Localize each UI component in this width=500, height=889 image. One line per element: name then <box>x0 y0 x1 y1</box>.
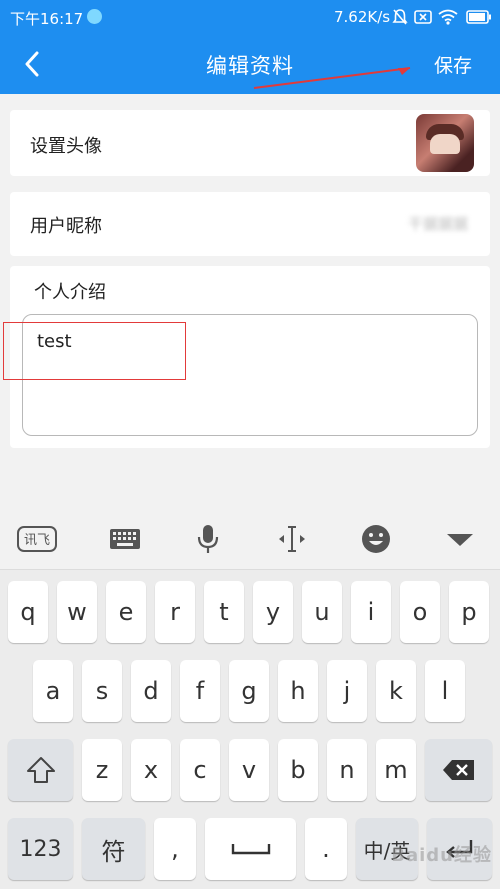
intro-label: 个人介绍 <box>34 282 106 303</box>
nickname-value: 干据据据 <box>407 215 468 233</box>
soft-keyboard: 讯飞 q w e r t y u i o p a s d f g h j k l <box>0 508 500 889</box>
key-s[interactable]: s <box>82 660 122 722</box>
nickname-label: 用户昵称 <box>30 216 102 237</box>
cursor-icon[interactable] <box>272 522 312 556</box>
xunfei-logo-text: 讯飞 <box>24 533 50 548</box>
symbols-key[interactable]: 符 <box>82 818 145 880</box>
key-c[interactable]: c <box>180 739 220 801</box>
xunfei-logo-icon[interactable]: 讯飞 <box>14 522 60 556</box>
annotation-arrow <box>253 67 411 89</box>
status-time: 下午16:17 <box>10 10 84 28</box>
collapse-keyboard-icon[interactable] <box>440 522 480 556</box>
shift-key[interactable] <box>8 739 73 801</box>
save-button[interactable]: 保存 <box>434 51 472 78</box>
key-r[interactable]: r <box>155 581 195 643</box>
key-j[interactable]: j <box>327 660 367 722</box>
key-m[interactable]: m <box>376 739 416 801</box>
key-i[interactable]: i <box>351 581 391 643</box>
avatar[interactable] <box>416 114 474 172</box>
key-e[interactable]: e <box>106 581 146 643</box>
numbers-key[interactable]: 123 <box>8 818 73 880</box>
key-x[interactable]: x <box>131 739 171 801</box>
key-p[interactable]: p <box>449 581 489 643</box>
keyboard-toolbar: 讯飞 <box>0 508 500 570</box>
key-z[interactable]: z <box>82 739 122 801</box>
key-n[interactable]: n <box>327 739 367 801</box>
keyboard-icon[interactable] <box>104 522 146 556</box>
period-key[interactable]: . <box>305 818 347 880</box>
watermark: Baidu经验 <box>391 845 492 866</box>
backspace-key[interactable] <box>425 739 492 801</box>
mute-bell-icon <box>392 7 408 27</box>
key-v[interactable]: v <box>229 739 269 801</box>
key-d[interactable]: d <box>131 660 171 722</box>
space-icon <box>231 844 270 855</box>
wifi-icon <box>438 7 458 27</box>
avatar-label: 设置头像 <box>30 136 102 157</box>
key-o[interactable]: o <box>400 581 440 643</box>
app-notification-icon <box>87 9 102 24</box>
key-w[interactable]: w <box>57 581 97 643</box>
key-a[interactable]: a <box>33 660 73 722</box>
shift-icon <box>26 757 55 783</box>
key-u[interactable]: u <box>302 581 342 643</box>
annotation-box <box>3 322 186 380</box>
microphone-icon[interactable] <box>190 522 226 556</box>
nickname-row[interactable]: 用户昵称 干据据据 <box>10 192 490 256</box>
backspace-icon <box>442 760 474 780</box>
status-bar: 下午16:17 7.62K/s <box>0 0 500 34</box>
battery-icon <box>466 7 492 27</box>
network-speed: 7.62K/s <box>334 8 391 26</box>
key-f[interactable]: f <box>180 660 220 722</box>
space-key[interactable] <box>205 818 296 880</box>
key-g[interactable]: g <box>229 660 269 722</box>
sim-off-icon <box>414 7 432 27</box>
key-l[interactable]: l <box>425 660 465 722</box>
key-q[interactable]: q <box>8 581 48 643</box>
emoji-icon[interactable] <box>356 522 396 556</box>
key-t[interactable]: t <box>204 581 244 643</box>
key-k[interactable]: k <box>376 660 416 722</box>
key-h[interactable]: h <box>278 660 318 722</box>
key-y[interactable]: y <box>253 581 293 643</box>
key-b[interactable]: b <box>278 739 318 801</box>
comma-key[interactable]: , <box>154 818 196 880</box>
avatar-row[interactable]: 设置头像 <box>10 110 490 176</box>
